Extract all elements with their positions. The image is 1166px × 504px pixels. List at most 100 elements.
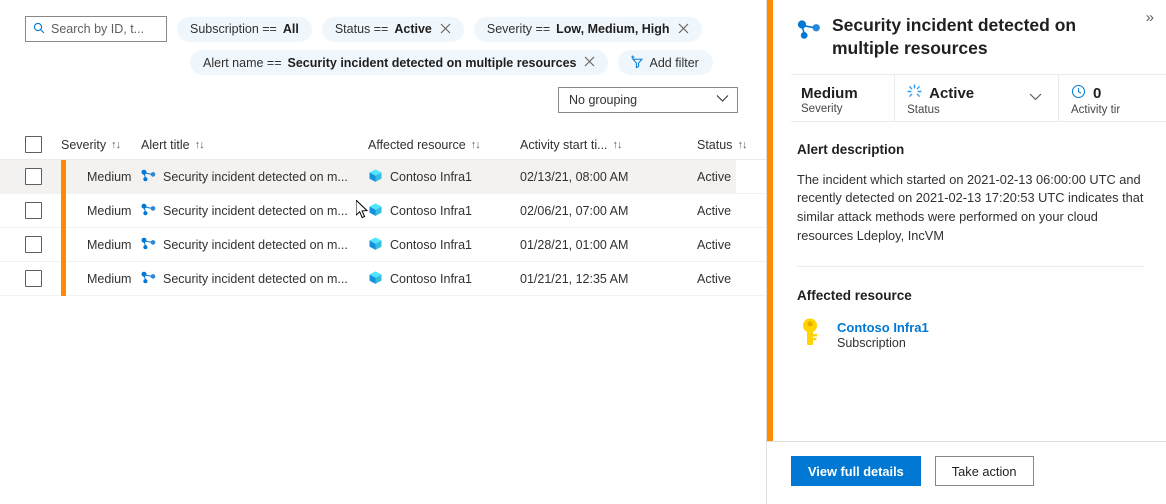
affected-resource-value: Contoso Infra1 [390,238,472,252]
column-header-severity[interactable]: Severity ↑↓ [61,138,141,152]
severity-bar-medium [61,228,66,262]
severity-value: Medium [87,238,131,252]
view-full-details-button[interactable]: View full details [791,456,921,486]
status-value: Active [697,272,731,286]
cell-severity: Medium [61,228,141,262]
cell-activity-start: 01/21/21, 12:35 AM [520,272,697,286]
search-placeholder: Search by ID, t... [51,22,144,36]
cell-alert-title: Security incident detected on m... [141,169,368,185]
column-header-activity-start-time[interactable]: Activity start ti... ↑↓ [520,138,697,152]
resource-type: Subscription [837,336,929,350]
activity-time-value-wrap: 0 [1071,84,1166,103]
add-filter-label: Add filter [649,56,698,70]
sort-icon[interactable]: ↑↓ [111,139,120,151]
alerts-page: Search by ID, t... Subscription == All S… [0,0,1166,504]
resource-cube-icon [368,270,383,288]
cell-affected-resource: Contoso Infra1 [368,236,520,254]
alert-title-value: Security incident detected on m... [163,170,348,184]
key-icon [797,317,823,352]
filter-pill-alert-name[interactable]: Alert name == Security incident detected… [190,50,608,75]
table-row[interactable]: Medium Security incident detected on m..… [0,160,766,194]
filter-pill-severity[interactable]: Severity == Low, Medium, High [474,17,702,42]
detail-header: Security incident detected on multiple r… [767,0,1166,74]
filter-value: Active [394,22,432,36]
row-checkbox[interactable] [25,202,42,219]
cell-status: Active [697,272,766,286]
affected-resource-section: Affected resource Contoso Infra1 [797,288,1144,352]
filter-row-primary: Search by ID, t... Subscription == All S… [0,16,766,42]
incident-graph-icon [141,237,156,253]
filter-label: Severity == [487,22,550,36]
cell-activity-start: 02/06/21, 07:00 AM [520,204,697,218]
activity-start-value: 02/06/21, 07:00 AM [520,204,628,218]
row-checkbox[interactable] [25,236,42,253]
alert-title-value: Security incident detected on m... [163,204,348,218]
close-icon[interactable] [584,56,595,69]
cell-status: Active [697,238,766,252]
detail-stats: Medium Severity [791,74,1166,122]
active-spinner-icon [907,84,922,103]
add-filter-button[interactable]: Add filter [618,50,712,75]
filter-pill-subscription[interactable]: Subscription == All [177,17,312,42]
table-row[interactable]: Medium Security incident detected on m..… [0,228,766,262]
severity-label: Severity [801,103,894,115]
column-header-affected-resource[interactable]: Affected resource ↑↓ [368,138,520,152]
table-row[interactable]: Medium Security incident detected on m..… [0,262,766,296]
alert-title-value: Security incident detected on m... [163,238,348,252]
column-header-status[interactable]: Status ↑↓ [697,138,766,152]
filter-pill-status[interactable]: Status == Active [322,17,464,42]
row-checkbox[interactable] [25,168,42,185]
resource-cube-icon [368,202,383,220]
affected-resource-value: Contoso Infra1 [390,204,472,218]
affected-resource-item[interactable]: Contoso Infra1 Subscription [797,317,1144,352]
chevron-down-icon [716,94,729,106]
clock-icon [1071,84,1086,103]
cell-alert-title: Security incident detected on m... [141,237,368,253]
sort-icon[interactable]: ↑↓ [471,139,480,151]
row-checkbox-cell [25,168,61,185]
alerts-table: Severity ↑↓ Alert title ↑↓ Affected reso… [0,130,766,296]
incident-graph-icon [141,203,156,219]
alerts-list-pane: Search by ID, t... Subscription == All S… [0,0,766,504]
cell-affected-resource: Contoso Infra1 [368,202,520,220]
column-header-alert-title[interactable]: Alert title ↑↓ [141,138,368,152]
incident-graph-icon [141,271,156,287]
severity-bar-medium [61,194,66,228]
activity-time-value: 0 [1093,85,1101,102]
filter-value: Security incident detected on multiple r… [288,56,577,70]
stat-activity-time: 0 Activity tir [1058,75,1166,121]
table-row[interactable]: Medium Security incident detected on m..… [0,194,766,228]
status-label: Status [907,104,1058,116]
stat-severity: Medium Severity [791,75,894,121]
cell-activity-start: 01/28/21, 01:00 AM [520,238,697,252]
cell-status: Active [697,204,766,218]
affected-resource-value: Contoso Infra1 [390,170,472,184]
select-all-checkbox[interactable] [25,136,42,153]
search-input[interactable]: Search by ID, t... [25,16,167,42]
severity-bar-medium [61,262,66,296]
sort-icon[interactable]: ↑↓ [195,139,204,151]
table-header-row: Severity ↑↓ Alert title ↑↓ Affected reso… [0,130,766,160]
alert-detail-panel: Security incident detected on multiple r… [766,0,1166,504]
cell-affected-resource: Contoso Infra1 [368,168,520,186]
sort-icon[interactable]: ↑↓ [737,139,746,151]
close-icon[interactable] [440,23,451,36]
grouping-select[interactable]: No grouping [558,87,738,113]
take-action-button[interactable]: Take action [935,456,1034,486]
grouping-row: No grouping [0,87,766,113]
select-all-checkbox-cell [25,136,61,153]
resource-link[interactable]: Contoso Infra1 [837,320,929,335]
column-label: Severity [61,138,106,152]
detail-body: Alert description The incident which sta… [767,122,1166,441]
collapse-panel-icon[interactable]: » [1146,10,1154,25]
sort-icon[interactable]: ↑↓ [613,139,622,151]
row-checkbox-cell [25,270,61,287]
row-checkbox[interactable] [25,270,42,287]
detail-footer: View full details Take action [767,441,1166,504]
chevron-down-icon[interactable] [1029,92,1042,104]
filter-row-secondary: Alert name == Security incident detected… [0,50,766,75]
column-label: Activity start ti... [520,138,608,152]
stat-status[interactable]: Active Status [894,75,1058,121]
close-icon[interactable] [678,23,689,36]
column-label: Affected resource [368,138,466,152]
